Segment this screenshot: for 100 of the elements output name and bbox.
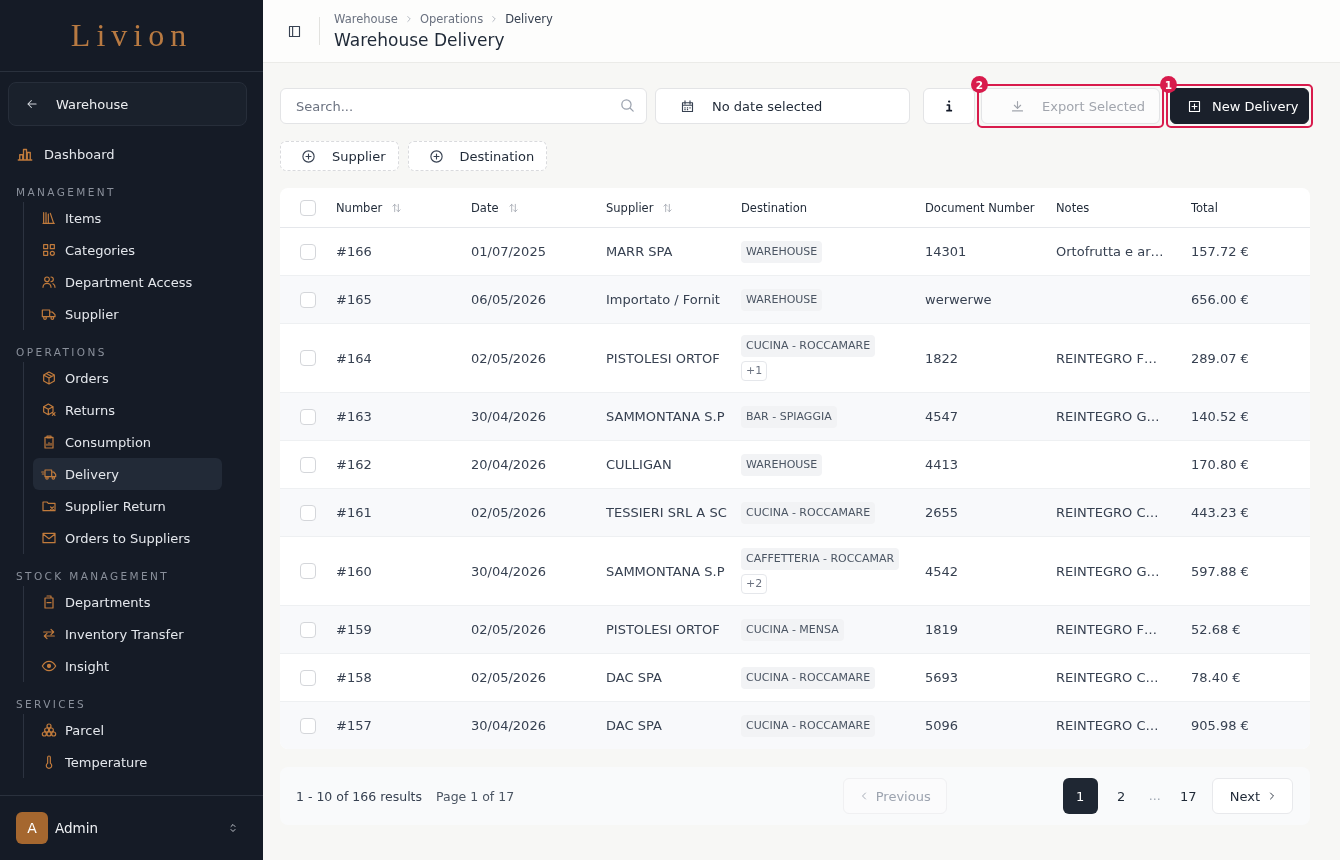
column-header: Document Number (925, 200, 1035, 215)
table-row[interactable]: #161 02/05/2026 TESSIERI SRL A SC CUCINA - ROCCAMARE 2655 REINTEGRO C… 443.23 € (280, 489, 1310, 537)
sort-icon[interactable] (391, 201, 403, 214)
table-cell: Importato / Fornit (606, 292, 720, 307)
table-cell: REINTEGRO G… (1056, 563, 1160, 579)
row-checkbox[interactable] (300, 563, 316, 579)
select-all-checkbox[interactable] (300, 199, 316, 216)
row-checkbox[interactable] (300, 621, 316, 638)
table-cell: 597.88 € (1191, 563, 1249, 579)
row-checkbox[interactable] (300, 504, 316, 521)
sidebar-item[interactable]: Departments (33, 586, 222, 618)
sidebar-item[interactable]: Orders to Suppliers (33, 522, 222, 554)
table-cell: 170.80 € (1191, 457, 1249, 472)
table-cell: PISTOLESI ORTOF (606, 622, 720, 637)
row-checkbox[interactable] (300, 350, 316, 366)
breadcrumb-link[interactable]: Warehouse (334, 11, 398, 26)
table-cell: REINTEGRO C… (1056, 505, 1159, 520)
table-cell: CULLIGAN (606, 457, 672, 472)
sidebar-item[interactable]: Returns (33, 394, 222, 426)
back-button[interactable]: Warehouse (8, 82, 247, 126)
table-row[interactable]: #159 02/05/2026 PISTOLESI ORTOF CUCINA - MENSA 1819 REINTEGRO F… 52.68 € (280, 606, 1310, 654)
table-row[interactable]: #165 06/05/2026 Importato / Fornit WAREHOUSE werwerwe 656.00 € (280, 276, 1310, 324)
breadcrumb-link[interactable]: Delivery (505, 11, 553, 26)
destination-tag: CUCINA - ROCCAMARE (741, 666, 876, 689)
table-cell: 01/07/2025 (471, 244, 546, 259)
table-row[interactable]: #163 30/04/2026 SAMMONTANA S.P BAR - SPIAGGIA 4547 REINTEGRO G… 140.52 € (280, 393, 1310, 441)
sidebar-item[interactable]: Dashboard (8, 138, 222, 170)
sidebar-item[interactable]: Consumption (33, 426, 222, 458)
clipboard-icon (41, 434, 57, 450)
page-indicator: Page 1 of 17 (436, 788, 515, 804)
sidebar-item[interactable]: Delivery (33, 458, 222, 490)
table-cell: 1819 (925, 622, 959, 637)
breadcrumb-link[interactable]: Operations (419, 11, 484, 26)
more-tag: +1 (741, 361, 768, 381)
destination-tag: CUCINA - ROCCAMARE (741, 335, 876, 357)
sort-icon[interactable] (507, 201, 519, 214)
sidebar-item[interactable]: Orders (33, 362, 222, 394)
row-checkbox[interactable] (300, 456, 316, 473)
table-cell: REINTEGRO F… (1056, 622, 1157, 637)
table-cell: 14301 (925, 244, 967, 259)
row-checkbox[interactable] (300, 669, 316, 686)
sidebar-item[interactable]: Supplier (33, 298, 222, 330)
user-avatar: A (16, 812, 48, 844)
destination-tag: WAREHOUSE (741, 240, 823, 263)
user-name: Admin (55, 820, 100, 836)
column-header[interactable]: Date (471, 200, 519, 215)
table-row[interactable]: #157 30/04/2026 DAC SPA CUCINA - ROCCAMARE 5096 REINTEGRO C… 905.98 € (280, 702, 1310, 749)
sidebar-item[interactable]: Parcel (33, 714, 222, 746)
filter-chip[interactable]: Destination (407, 141, 548, 171)
truck-icon (41, 306, 57, 322)
sidebar-item[interactable]: Items (33, 202, 222, 234)
page-ellipsis: … (1147, 789, 1162, 803)
row-checkbox[interactable] (300, 408, 316, 425)
table-cell: TESSIERI SRL A SC (606, 505, 727, 520)
row-checkbox[interactable] (300, 717, 316, 734)
table-cell: REINTEGRO C… (1056, 718, 1159, 733)
table-cell: 5096 (925, 718, 959, 733)
sidebar-item[interactable]: Department Access (33, 266, 222, 298)
page-button[interactable]: 17 (1170, 778, 1206, 814)
sidebar-item[interactable]: Supplier Return (33, 490, 222, 522)
row-checkbox[interactable] (300, 291, 316, 308)
page-title: Warehouse Delivery (334, 28, 506, 51)
sort-icon[interactable] (662, 201, 674, 214)
date-picker-button[interactable]: No date selected (655, 88, 910, 124)
table-cell: #157 (336, 718, 372, 733)
page-button[interactable]: 2 (1103, 778, 1139, 814)
chevron-up-down-icon[interactable] (227, 821, 239, 835)
table-cell: 5693 (925, 670, 959, 685)
table-cell: 4413 (925, 457, 959, 472)
sidebar-item[interactable]: Categories (33, 234, 222, 266)
column-header[interactable]: Number (336, 200, 403, 215)
table-cell: SAMMONTANA S.P (606, 563, 725, 579)
sidebar-item[interactable]: Insight (33, 650, 222, 682)
table-cell: 30/04/2026 (471, 563, 546, 579)
table-cell: 443.23 € (1191, 505, 1249, 520)
sidebar-item[interactable]: Temperature (33, 746, 222, 778)
row-checkbox[interactable] (300, 243, 316, 260)
table-cell: 289.07 € (1191, 350, 1249, 366)
column-header[interactable]: Supplier (606, 200, 674, 215)
logo-text: Livion (70, 17, 193, 54)
destination-tag: WAREHOUSE (741, 453, 823, 476)
column-header: Destination (741, 200, 807, 215)
sidebar-item[interactable]: Inventory Transfer (33, 618, 222, 650)
table-cell: #163 (336, 409, 372, 424)
calendar-icon (680, 98, 695, 114)
page-button[interactable]: 1 (1062, 778, 1098, 814)
table-cell: #159 (336, 622, 372, 637)
destination-tag: CUCINA - MENSA (741, 618, 844, 641)
filter-chip[interactable]: Supplier (280, 141, 399, 171)
new-delivery-button[interactable]: New Delivery (1170, 88, 1309, 124)
table-cell: 02/05/2026 (471, 350, 546, 366)
sidebar-toggle-icon[interactable] (287, 23, 302, 39)
package-icon (41, 370, 57, 386)
table-cell: 06/05/2026 (471, 292, 546, 307)
table-cell: 157.72 € (1191, 244, 1249, 259)
section-heading: STOCK MANAGEMENT (15, 569, 171, 584)
search-field[interactable]: Search... (280, 88, 647, 124)
table-cell: #164 (336, 350, 372, 366)
info-button[interactable] (923, 88, 975, 124)
next-button[interactable]: Next (1211, 778, 1293, 814)
